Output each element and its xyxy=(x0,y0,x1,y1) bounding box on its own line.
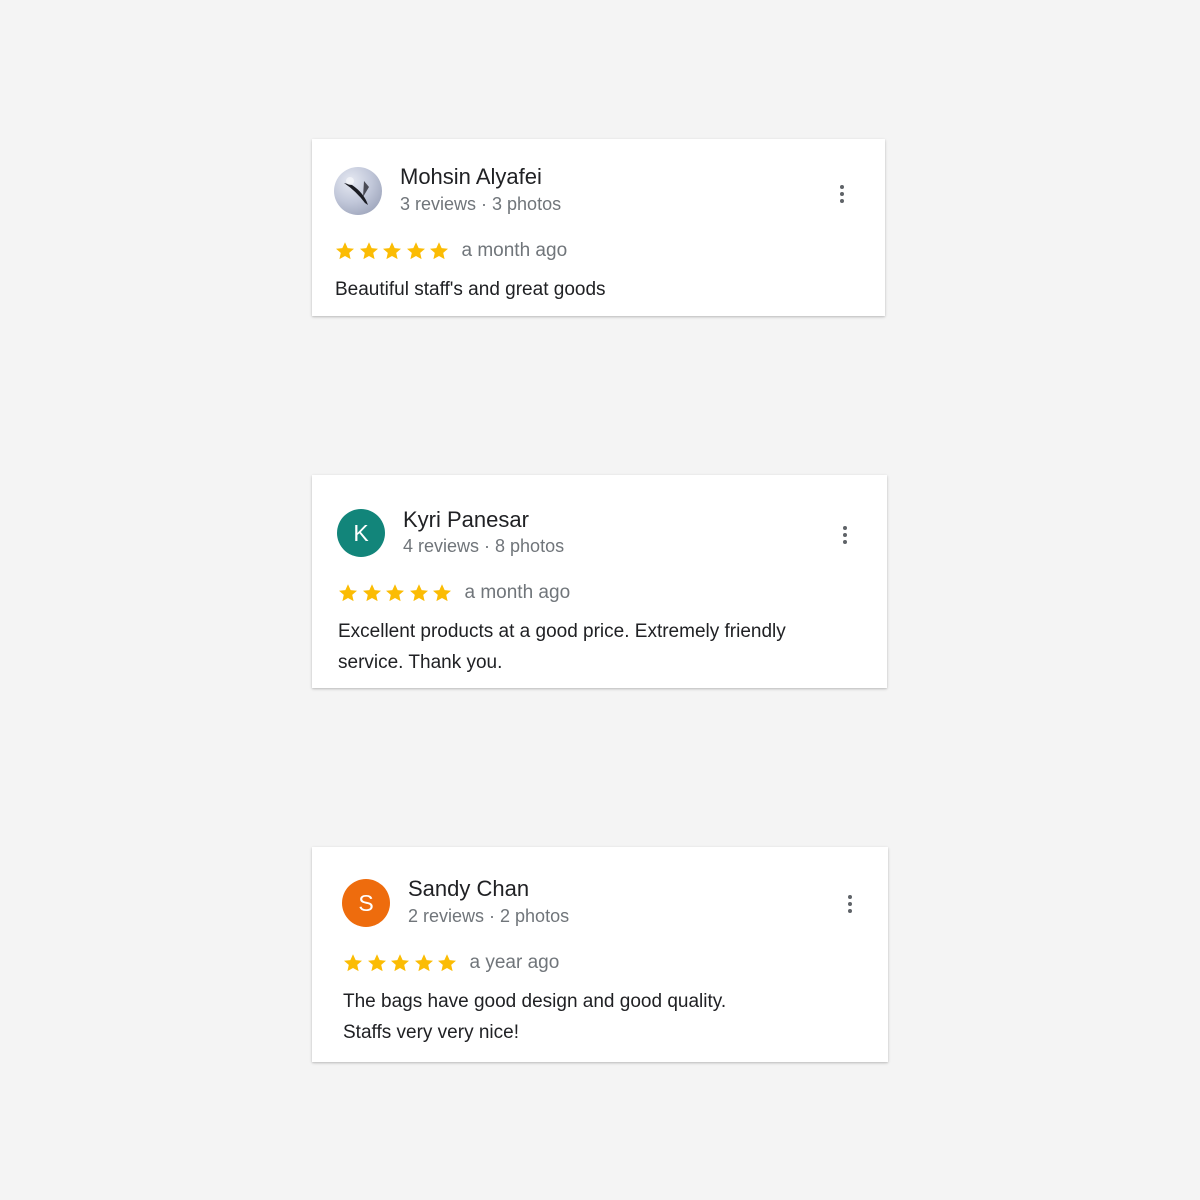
review-text: The bags have good design and good quali… xyxy=(343,991,727,1043)
star-icon xyxy=(381,240,405,262)
more-vert-icon xyxy=(840,185,844,189)
reviewer-meta[interactable]: 2 reviews · 2 photos xyxy=(408,906,569,927)
avatar-letter: S xyxy=(358,889,374,916)
more-options-button[interactable] xyxy=(830,179,854,209)
review-time: a year ago xyxy=(469,952,560,973)
reviewer-meta[interactable]: 3 reviews · 3 photos xyxy=(400,194,561,215)
avatar[interactable]: S xyxy=(342,879,390,927)
review-card: Mohsin Alyafei 3 reviews · 3 photos a mo… xyxy=(312,139,885,316)
avatar-photo-icon xyxy=(344,177,369,205)
star-icon xyxy=(366,952,390,974)
star-icon xyxy=(342,952,366,974)
star-icon xyxy=(361,582,385,604)
review-card: K Kyri Panesar 4 reviews · 8 photos a mo… xyxy=(312,475,887,688)
more-vert-icon xyxy=(848,895,852,899)
more-vert-icon-dot xyxy=(843,540,847,544)
star-icon xyxy=(436,952,460,974)
more-vert-icon-dot xyxy=(848,902,852,906)
review-card: S Sandy Chan 2 reviews · 2 photos a year… xyxy=(312,847,888,1062)
reviewer-name[interactable]: Mohsin Alyafei xyxy=(400,164,542,190)
star-icon xyxy=(384,582,408,604)
star-icon xyxy=(431,582,455,604)
star-rating xyxy=(337,582,455,604)
more-vert-icon-dot xyxy=(848,909,852,913)
review-time: a month ago xyxy=(464,582,571,603)
star-icon xyxy=(334,240,358,262)
star-icon xyxy=(358,240,382,262)
star-icon xyxy=(413,952,437,974)
star-icon xyxy=(405,240,429,262)
avatar-letter: K xyxy=(353,519,369,546)
rating-row: a month ago xyxy=(337,582,570,604)
star-icon xyxy=(428,240,452,262)
star-icon xyxy=(337,582,361,604)
star-rating xyxy=(334,240,452,262)
review-time: a month ago xyxy=(461,240,568,261)
reviewer-name[interactable]: Kyri Panesar xyxy=(403,507,529,533)
review-text: Excellent products at a good price. Extr… xyxy=(338,621,786,673)
avatar[interactable] xyxy=(334,167,382,215)
more-vert-icon-dot xyxy=(843,533,847,537)
more-options-button[interactable] xyxy=(838,889,862,919)
rating-row: a month ago xyxy=(334,240,567,262)
avatar[interactable]: K xyxy=(337,509,385,557)
more-vert-icon-dot xyxy=(840,192,844,196)
reviewer-meta[interactable]: 4 reviews · 8 photos xyxy=(403,536,564,557)
star-rating xyxy=(342,952,460,974)
more-vert-icon-dot xyxy=(840,199,844,203)
rating-row: a year ago xyxy=(342,952,559,974)
review-text: Beautiful staff's and great goods xyxy=(335,279,606,300)
star-icon xyxy=(408,582,432,604)
star-icon xyxy=(389,952,413,974)
more-vert-icon xyxy=(843,526,847,530)
reviewer-name[interactable]: Sandy Chan xyxy=(408,876,529,902)
more-options-button[interactable] xyxy=(833,520,857,550)
